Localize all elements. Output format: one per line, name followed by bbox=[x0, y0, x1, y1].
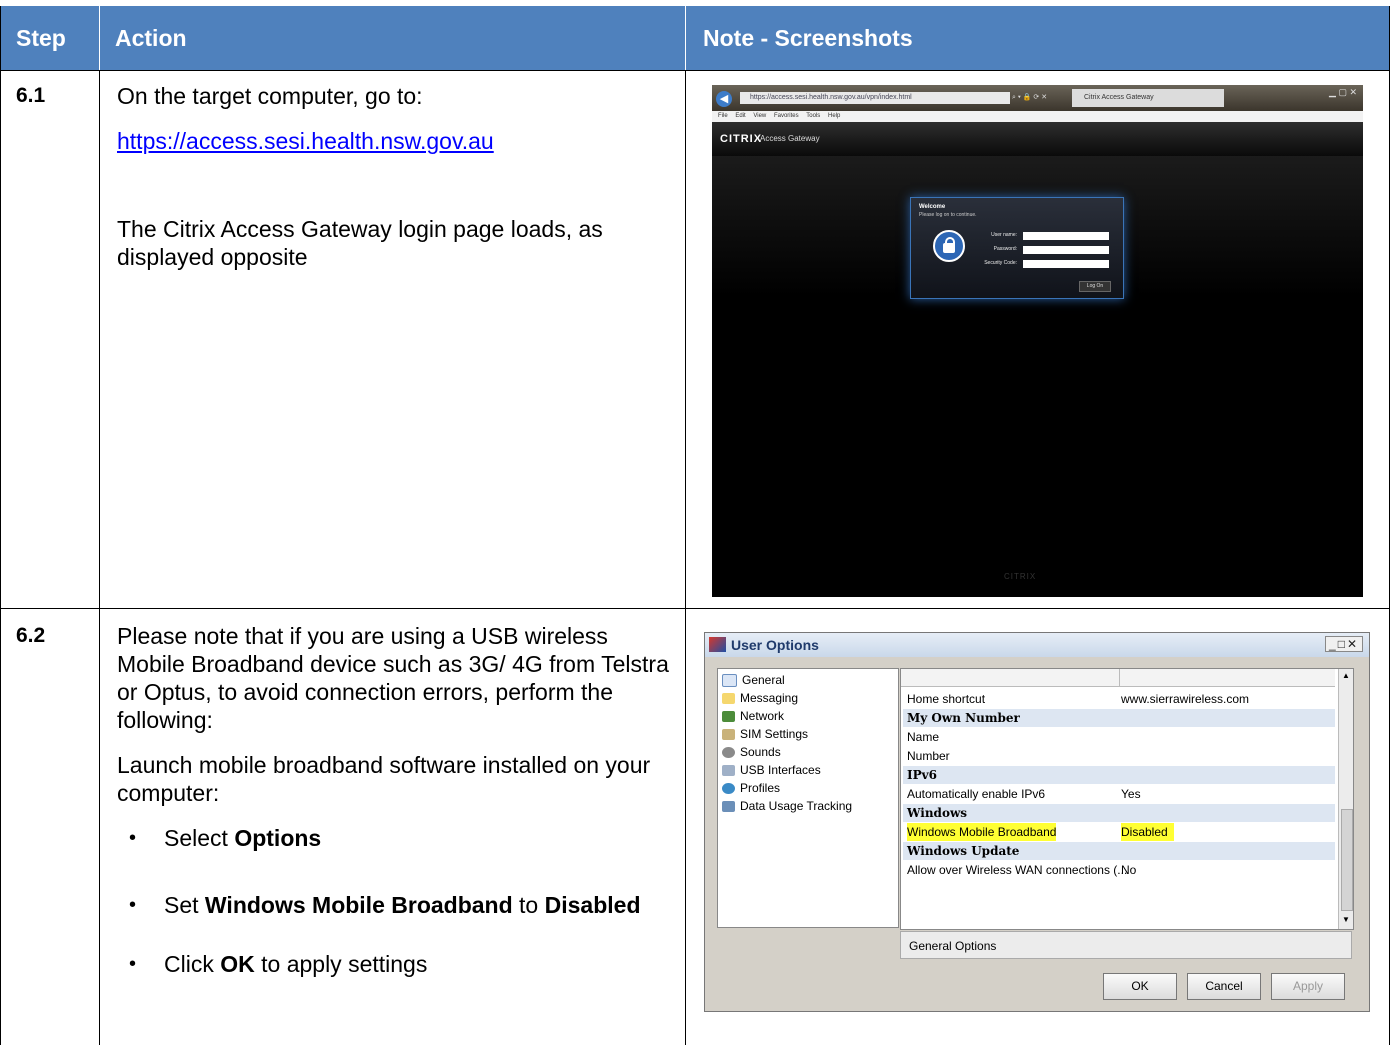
tree-item: USB Interfaces bbox=[722, 763, 821, 777]
header-action: Action bbox=[100, 6, 685, 70]
field-label: Password: bbox=[993, 246, 1017, 252]
welcome-title: Welcome bbox=[919, 204, 946, 210]
tree-item: Sounds bbox=[722, 745, 781, 759]
profiles-icon bbox=[722, 783, 735, 795]
field-label: Security Code: bbox=[984, 260, 1017, 266]
address-bar: https://access.sesi.health.nsw.gov.au/vp… bbox=[740, 92, 1010, 104]
table-border bbox=[0, 70, 1390, 71]
data-usage-icon bbox=[722, 801, 735, 813]
scroll-thumb bbox=[1341, 809, 1353, 911]
window-controls-icon: _□✕ bbox=[1325, 636, 1363, 652]
step-number: 6.2 bbox=[16, 624, 46, 647]
messaging-icon bbox=[722, 693, 735, 705]
general-options-group: General Options bbox=[900, 931, 1352, 959]
scrollbar: ▲ ▼ bbox=[1338, 669, 1353, 929]
tree-item: Data Usage Tracking bbox=[722, 799, 852, 813]
action-cell: Please note that if you are using a USB … bbox=[117, 622, 677, 978]
network-icon bbox=[722, 711, 735, 723]
grid-row: Name bbox=[907, 730, 940, 744]
password-field bbox=[1023, 246, 1109, 254]
action-cell: On the target computer, go to: https://a… bbox=[117, 82, 677, 288]
list-item: Select Options bbox=[117, 824, 677, 852]
citrix-header: CITRIX Access Gateway bbox=[712, 122, 1363, 156]
ok-button: OK bbox=[1103, 973, 1177, 1000]
step-number: 6.1 bbox=[16, 84, 46, 107]
menu-item: Help bbox=[827, 113, 841, 119]
grid-row-highlighted: Windows Mobile Broadband Disabled bbox=[903, 823, 1335, 841]
user-options-screenshot: User Options _□✕ General Messaging Netwo… bbox=[704, 632, 1370, 1012]
dialog-titlebar: User Options _□✕ bbox=[705, 633, 1369, 657]
tree-item: Network bbox=[722, 709, 784, 723]
steps-list: Select Options Set Windows Mobile Broadb… bbox=[117, 824, 677, 978]
grid-section: Windows Update bbox=[903, 842, 1335, 860]
tree-item: Messaging bbox=[722, 691, 798, 705]
instruction-text: On the target computer, go to: bbox=[117, 83, 423, 109]
search-icon: ⌕ ▾ 🔒 ⟳ ✕ bbox=[1012, 94, 1048, 101]
grid-row: Allow over Wireless WAN connections (...… bbox=[907, 863, 1137, 877]
cancel-button: Cancel bbox=[1187, 973, 1261, 1000]
menu-item: Edit bbox=[735, 113, 746, 119]
login-subtitle: Please log on to continue. bbox=[919, 212, 977, 218]
result-text: The Citrix Access Gateway login page loa… bbox=[117, 216, 603, 270]
sim-icon bbox=[722, 729, 735, 741]
grid-row: Automatically enable IPv6 Yes bbox=[907, 787, 1141, 801]
table-border bbox=[0, 6, 1, 1045]
grid-row: Home shortcut www.sierrawireless.com bbox=[907, 692, 1250, 706]
grid-row: Number bbox=[907, 749, 950, 763]
app-icon bbox=[709, 637, 726, 652]
back-arrow-icon: ◀ bbox=[716, 91, 732, 107]
header-step: Step bbox=[1, 6, 99, 70]
grid-header bbox=[901, 669, 1335, 687]
login-panel: Welcome Please log on to continue. User … bbox=[910, 197, 1124, 299]
logon-button: Log On bbox=[1079, 281, 1111, 292]
dialog-title: User Options bbox=[731, 637, 819, 653]
field-label: User name: bbox=[991, 232, 1017, 238]
menu-item: View bbox=[753, 113, 767, 119]
tree-item: General bbox=[722, 673, 785, 688]
list-item: Set Windows Mobile Broadband to Disabled bbox=[117, 891, 677, 919]
options-tree: General Messaging Network SIM Settings S… bbox=[717, 668, 899, 928]
tree-item: SIM Settings bbox=[722, 727, 808, 741]
menu-item: Tools bbox=[806, 113, 821, 119]
scroll-up-icon: ▲ bbox=[1342, 671, 1350, 680]
gateway-link[interactable]: https://access.sesi.health.nsw.gov.au bbox=[117, 128, 494, 154]
table-border bbox=[0, 608, 1390, 609]
apply-button: Apply bbox=[1271, 973, 1345, 1000]
browser-toolbar: ◀ https://access.sesi.health.nsw.gov.au/… bbox=[712, 85, 1363, 111]
tree-item: Profiles bbox=[722, 781, 780, 795]
browser-menu: File Edit View Favorites Tools Help bbox=[712, 111, 1363, 122]
header-note: Note - Screenshots bbox=[686, 6, 1389, 70]
properties-grid: Home shortcut www.sierrawireless.com My O… bbox=[900, 668, 1354, 930]
table-border bbox=[685, 70, 686, 1045]
grid-section: Windows bbox=[903, 804, 1335, 822]
table-border bbox=[99, 70, 100, 1045]
window-controls-icon: ▁ ▢ ✕ bbox=[1329, 87, 1357, 97]
list-item: Click OK to apply settings bbox=[117, 950, 677, 978]
footer-logo: CITRIX bbox=[1004, 572, 1037, 581]
instruction-text: Please note that if you are using a USB … bbox=[117, 623, 669, 733]
username-field bbox=[1023, 232, 1109, 240]
instruction-table: Step Action Note - Screenshots 6.1 On th… bbox=[0, 0, 1390, 1045]
scroll-down-icon: ▼ bbox=[1342, 915, 1350, 924]
menu-item: Favorites bbox=[773, 113, 799, 119]
citrix-logo: CITRIX bbox=[720, 133, 763, 145]
sound-icon bbox=[722, 747, 735, 759]
browser-tab: Citrix Access Gateway bbox=[1072, 89, 1224, 107]
grid-section: IPv6 bbox=[903, 766, 1335, 784]
citrix-login-screenshot: ◀ https://access.sesi.health.nsw.gov.au/… bbox=[712, 85, 1363, 597]
grid-section: My Own Number bbox=[903, 709, 1335, 727]
launch-text: Launch mobile broadband software install… bbox=[117, 752, 651, 806]
usb-icon bbox=[722, 765, 735, 777]
general-icon bbox=[722, 674, 737, 688]
security-code-field bbox=[1023, 260, 1109, 268]
product-name: Access Gateway bbox=[760, 134, 820, 143]
menu-item: File bbox=[718, 113, 728, 119]
